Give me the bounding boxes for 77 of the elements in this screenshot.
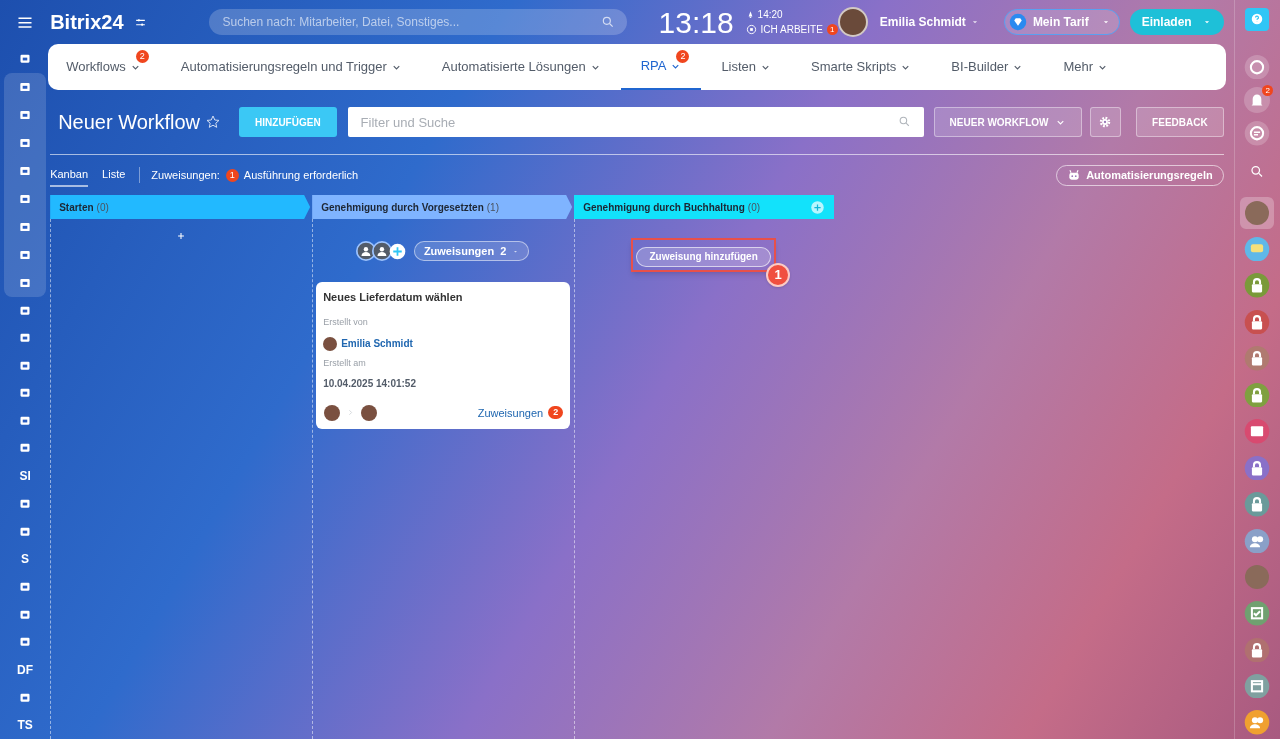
help-button[interactable] — [1245, 8, 1270, 31]
field-label: Erstellt am — [323, 357, 367, 370]
settings-button[interactable] — [1089, 107, 1121, 137]
gear-icon — [1098, 115, 1112, 129]
nav-tab[interactable]: Automatisierungsregeln und Trigger — [160, 44, 422, 90]
app-icon[interactable] — [18, 441, 33, 455]
nav-tab[interactable]: Automatisierte Lösungen — [421, 44, 621, 90]
count-badge: 2 — [135, 50, 149, 63]
column-header[interactable]: Starten (0) — [50, 195, 311, 219]
date-value: 10.04.2025 14:01:52 — [323, 376, 417, 391]
avatar[interactable] — [837, 7, 868, 37]
nav-tab[interactable]: BI-Builder — [931, 44, 1044, 90]
menu-label[interactable]: DF — [17, 655, 34, 684]
calendar-icon[interactable] — [1244, 674, 1271, 699]
app-icon[interactable] — [18, 52, 33, 66]
nav-tab[interactable]: Workflows 2 — [66, 44, 161, 90]
work-status[interactable]: ICH ARBEITE — [760, 22, 823, 37]
page-title: Neuer Workflow — [58, 110, 201, 135]
clock: 13:18 — [658, 4, 734, 41]
nav-tab[interactable]: Mehr — [1043, 44, 1129, 90]
assignments-button[interactable]: Zuweisungen 2 — [413, 241, 530, 261]
logo[interactable]: Bitrix24 — [50, 7, 124, 37]
callout-badge: 1 — [766, 263, 790, 287]
field-label: Erstellt von — [323, 315, 369, 329]
nav-tab[interactable]: RPA 2 — [620, 44, 702, 90]
robot-icon — [1067, 168, 1082, 182]
menu-label[interactable]: SI — [19, 462, 31, 490]
avatar — [324, 404, 341, 421]
task-card[interactable]: Neues Lieferdatum wählen Erstellt von Emilia Schmidt Erstellt am 10.04.2025 14:01:52 Zuweisungen 2 — [316, 282, 571, 429]
lock-icon[interactable] — [1244, 382, 1271, 408]
app-icon[interactable] — [18, 635, 33, 649]
column-header[interactable]: Genehmigung durch Buchhaltung (0) — [574, 195, 835, 219]
author-link[interactable]: Emilia Schmidt — [341, 336, 413, 351]
lock-icon[interactable] — [1244, 346, 1271, 371]
count-badge: 1 — [225, 168, 239, 182]
app-icon[interactable] — [18, 580, 33, 594]
bubble-icon[interactable] — [1244, 236, 1271, 262]
add-icon[interactable] — [388, 242, 406, 260]
chat-icon[interactable] — [1244, 121, 1271, 146]
add-icon[interactable] — [175, 231, 186, 241]
people-icon[interactable] — [1244, 528, 1271, 553]
avatar — [323, 336, 338, 351]
lock-icon[interactable] — [1244, 492, 1271, 517]
card-icon[interactable] — [1244, 419, 1271, 444]
alarm-time: 14:20 — [757, 8, 783, 22]
app-icon[interactable] — [18, 386, 33, 400]
view-tab[interactable]: Liste — [102, 162, 126, 188]
nav-tab[interactable]: Smarte Skripts — [791, 44, 932, 90]
check-icon[interactable] — [1244, 601, 1271, 626]
filter-field[interactable]: Filter und Suche — [347, 107, 924, 137]
view-tab[interactable]: Kanban — [50, 162, 89, 188]
count-badge: 2 — [676, 50, 690, 63]
app-icon[interactable] — [18, 331, 33, 345]
app-icon[interactable] — [18, 497, 33, 511]
star-icon[interactable] — [205, 114, 222, 130]
assignments-label: Zuweisungen: — [151, 167, 220, 183]
menu-label[interactable]: TS — [17, 711, 33, 739]
question-icon — [1250, 12, 1265, 27]
user-name[interactable]: Emilia Schmidt — [879, 13, 966, 31]
avatar — [361, 404, 378, 421]
assignments-link[interactable]: Zuweisungen — [477, 404, 544, 421]
count-badge: 1 — [826, 24, 838, 35]
lock-icon[interactable] — [1244, 309, 1271, 335]
count-badge: 2 — [548, 406, 564, 420]
lock-icon[interactable] — [1244, 637, 1271, 662]
user-icon[interactable] — [371, 241, 392, 261]
card-title[interactable]: Neues Lieferdatum wählen — [323, 289, 564, 306]
nav-tab[interactable]: Listen — [701, 44, 792, 90]
assignments-link[interactable]: Ausführung erforderlich — [243, 166, 359, 184]
lock-icon[interactable] — [1244, 455, 1271, 481]
people-icon[interactable] — [1244, 710, 1271, 735]
count-badge: 2 — [1262, 85, 1274, 97]
menu-label[interactable]: S — [21, 545, 30, 573]
lock-icon[interactable] — [1244, 273, 1271, 298]
stop-icon[interactable] — [745, 24, 757, 35]
search-icon — [897, 115, 911, 128]
column-header[interactable]: Genehmigung durch Vorgesetzten (1) — [312, 195, 573, 219]
